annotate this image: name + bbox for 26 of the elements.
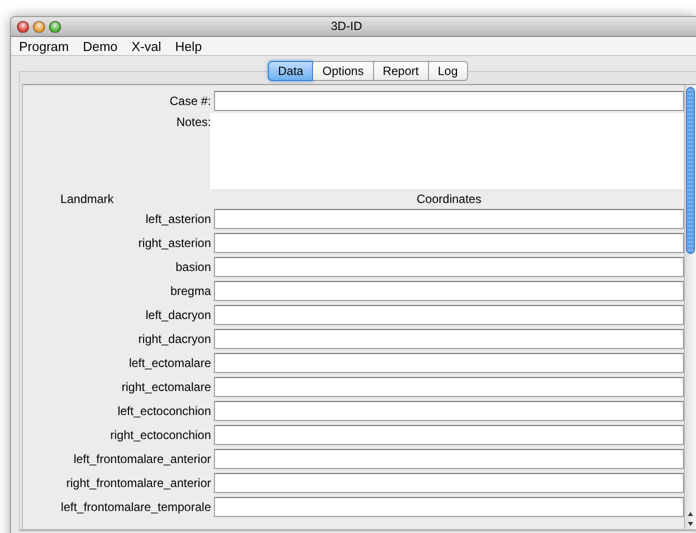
landmark-label: right_ectoconchion <box>109 427 211 444</box>
landmark-label: left_ectoconchion <box>116 403 211 420</box>
landmark-label: left_dacryon <box>144 307 211 324</box>
menu-item[interactable]: Demo <box>76 38 126 54</box>
field-label: Notes: <box>175 115 211 131</box>
landmark-label: bregma <box>169 283 211 300</box>
landmark-label: basion <box>174 259 211 276</box>
field-label: Case #: <box>168 93 211 110</box>
tab[interactable]: Report <box>374 61 429 81</box>
tab[interactable]: Options <box>313 61 374 81</box>
landmark-label: right_frontomalare_anterior <box>65 475 211 492</box>
landmark-label: left_ectomalare <box>128 355 211 372</box>
column-header: Coordinates <box>416 193 482 205</box>
column-header: Landmark <box>59 193 115 205</box>
tab[interactable]: Data <box>268 61 314 81</box>
landmark-label: right_ectomalare <box>120 379 211 396</box>
landmark-label: left_frontomalare_temporale <box>60 499 211 516</box>
landmark-label: right_asterion <box>137 235 211 252</box>
landmark-label: left_asterion <box>144 211 211 228</box>
tab[interactable]: Log <box>428 61 468 81</box>
window-title: 3D-ID <box>330 19 362 33</box>
landmark-label: left_frontomalare_anterior <box>72 451 211 468</box>
landmark-label: right_dacryon <box>137 331 211 348</box>
menu-item[interactable]: X-val <box>126 38 170 54</box>
menu-item[interactable]: Help <box>169 38 210 54</box>
menu-item[interactable]: Program <box>13 38 77 54</box>
